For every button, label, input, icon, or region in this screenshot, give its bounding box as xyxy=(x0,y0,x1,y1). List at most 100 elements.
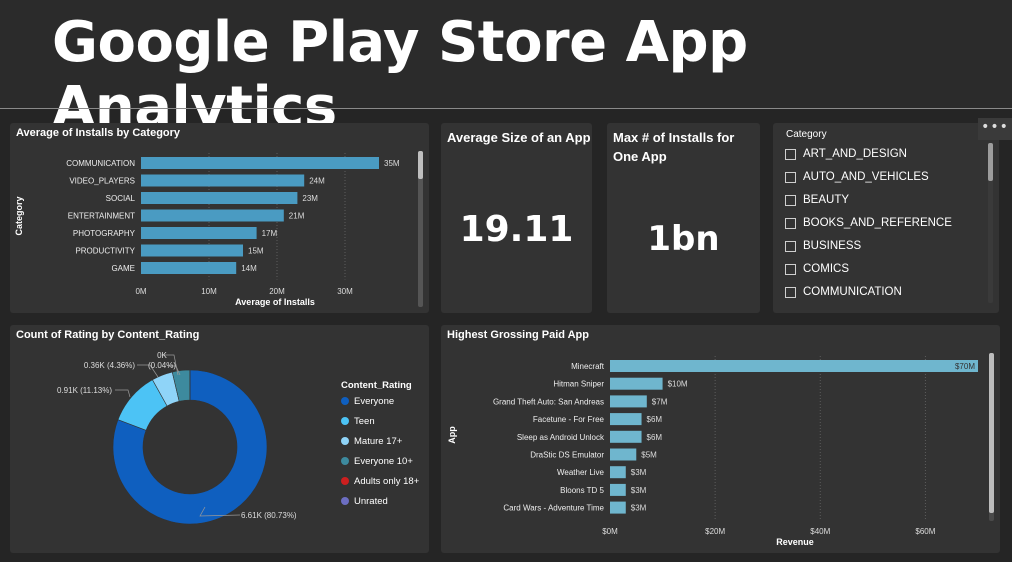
bar xyxy=(610,483,626,496)
checkbox[interactable] xyxy=(785,148,796,160)
category-label: Weather Live xyxy=(557,468,605,477)
slicer-item-label: COMICS xyxy=(803,263,849,275)
category-label: ENTERTAINMENT xyxy=(68,212,135,221)
bar xyxy=(141,174,305,187)
legend-label: Mature 17+ xyxy=(354,435,403,447)
bar xyxy=(610,501,626,514)
slicer-item[interactable]: BOOKS_AND_REFERENCE xyxy=(785,214,952,232)
data-label: 21M xyxy=(289,212,305,221)
checkbox[interactable] xyxy=(785,171,796,183)
category-label: GAME xyxy=(111,264,135,273)
installs-bar-chart: 0M 10M 20M 30M COMMUNICATION 35M VIDEO_PLAYERS… xyxy=(14,153,400,307)
category-label: PHOTOGRAPHY xyxy=(73,229,136,238)
legend-label: Teen xyxy=(354,415,375,427)
category-label: Grand Theft Auto: San Andreas xyxy=(493,397,604,406)
checkbox[interactable] xyxy=(785,217,796,229)
data-label: 24M xyxy=(309,177,325,186)
slicer-item[interactable]: BUSINESS xyxy=(785,237,861,255)
bar xyxy=(610,466,626,479)
checkbox[interactable] xyxy=(785,286,796,298)
legend-item[interactable]: Mature 17+ xyxy=(341,434,402,448)
checkbox[interactable] xyxy=(785,240,796,252)
scrollbar[interactable] xyxy=(988,143,993,303)
data-label: $10M xyxy=(668,380,688,389)
slicer-item-label: BOOKS_AND_REFERENCE xyxy=(803,217,952,229)
slicer-item-label: BEAUTY xyxy=(803,194,850,206)
category-label: Minecraft xyxy=(571,362,605,371)
kpi-title: Average Size of an App xyxy=(447,130,591,145)
kpi-title-line: One App xyxy=(613,149,667,164)
title-banner: Google Play Store App Analytics xyxy=(0,0,1012,140)
slicer-item[interactable]: COMICS xyxy=(785,260,849,278)
legend-item[interactable]: Everyone 10+ xyxy=(341,454,413,468)
scroll-thumb[interactable] xyxy=(988,143,993,181)
data-label: $7M xyxy=(652,397,668,406)
revenue-bar-chart: $0M $20M $40M $60M Minecraft $70M Hitman Snipe… xyxy=(447,356,978,547)
installs-by-category-card: Average of Installs by Category 0M 10M 20M… xyxy=(10,123,429,313)
slicer-item[interactable]: COMMUNICATION xyxy=(785,283,902,301)
kpi-value: 19.11 xyxy=(459,209,574,250)
data-label: $6M xyxy=(647,415,663,424)
legend-title: Content_Rating xyxy=(341,380,412,391)
slice-label: 0.36K (4.36%) xyxy=(84,361,135,370)
category-label: Bloons TD 5 xyxy=(560,486,604,495)
data-label: $3M xyxy=(631,486,647,495)
more-options-button[interactable]: ••• xyxy=(978,118,1012,140)
x-tick-label: $20M xyxy=(705,527,725,536)
scroll-thumb[interactable] xyxy=(418,151,423,179)
x-axis-title: Average of Installs xyxy=(235,297,315,307)
legend-item[interactable]: Teen xyxy=(341,414,375,428)
bar xyxy=(610,448,637,461)
data-label: 14M xyxy=(241,264,257,273)
category-label: Hitman Sniper xyxy=(553,380,604,389)
checkbox[interactable] xyxy=(785,263,796,275)
x-tick-label: $0M xyxy=(602,527,618,536)
scroll-thumb[interactable] xyxy=(989,353,994,513)
slice-label: 0.91K (11.13%) xyxy=(57,386,112,395)
scrollbar[interactable] xyxy=(989,353,994,521)
checkbox[interactable] xyxy=(785,194,796,206)
legend-swatch xyxy=(341,457,349,465)
slicer-item[interactable]: BEAUTY xyxy=(785,191,849,209)
highest-grossing-card: Highest Grossing Paid App $0M $20M $40M $60… xyxy=(441,325,1000,553)
legend-item[interactable]: Everyone xyxy=(341,394,394,408)
y-axis-title: App xyxy=(447,426,457,444)
x-tick-label: 30M xyxy=(337,287,353,296)
category-label: DraStic DS Emulator xyxy=(530,451,604,460)
y-axis-title: Category xyxy=(14,196,24,235)
x-tick-label: 0M xyxy=(135,287,146,296)
slicer-item-label: BUSINESS xyxy=(803,240,862,252)
legend-swatch xyxy=(341,477,349,485)
scrollbar[interactable] xyxy=(418,151,423,307)
x-tick-label: $60M xyxy=(915,527,935,536)
bar xyxy=(141,192,298,204)
x-tick-label: 20M xyxy=(269,287,285,296)
leader-line xyxy=(115,389,131,398)
bar xyxy=(141,209,284,222)
max-installs-card: Max # of Installs for One App 1bn xyxy=(607,123,760,313)
data-label: 35M xyxy=(384,159,400,168)
legend: Content_Rating Everyone Teen Mature 17+ Eve… xyxy=(341,380,429,530)
slicer-item-label: AUTO_AND_VEHICLES xyxy=(803,171,929,183)
bar xyxy=(141,157,379,169)
category-slicer: Category ART_AND_DESIGN AUTO_AND_VEHICLES… xyxy=(773,123,999,313)
legend-label: Unrated xyxy=(354,495,388,507)
title-divider xyxy=(0,108,1012,109)
category-label: SOCIAL xyxy=(106,194,136,203)
data-label: 15M xyxy=(248,247,264,256)
legend-swatch xyxy=(341,437,349,445)
avg-size-card: Average Size of an App 19.11 xyxy=(441,123,592,313)
legend-swatch xyxy=(341,417,349,425)
kpi-value: 1bn xyxy=(647,219,720,259)
slicer-item-label: COMMUNICATION xyxy=(803,286,902,298)
data-label: $3M xyxy=(631,504,647,513)
legend-label: Everyone 10+ xyxy=(354,455,413,467)
x-tick-label: $40M xyxy=(810,527,830,536)
slicer-item[interactable]: ART_AND_DESIGN xyxy=(785,145,907,163)
legend-item[interactable]: Unrated xyxy=(341,494,388,508)
legend-label: Adults only 18+ xyxy=(354,475,420,487)
legend-label: Everyone xyxy=(354,395,395,407)
slicer-item[interactable]: AUTO_AND_VEHICLES xyxy=(785,168,929,186)
kpi-title-line: Max # of Installs for xyxy=(613,130,735,145)
legend-item[interactable]: Adults only 18+ xyxy=(341,474,419,488)
